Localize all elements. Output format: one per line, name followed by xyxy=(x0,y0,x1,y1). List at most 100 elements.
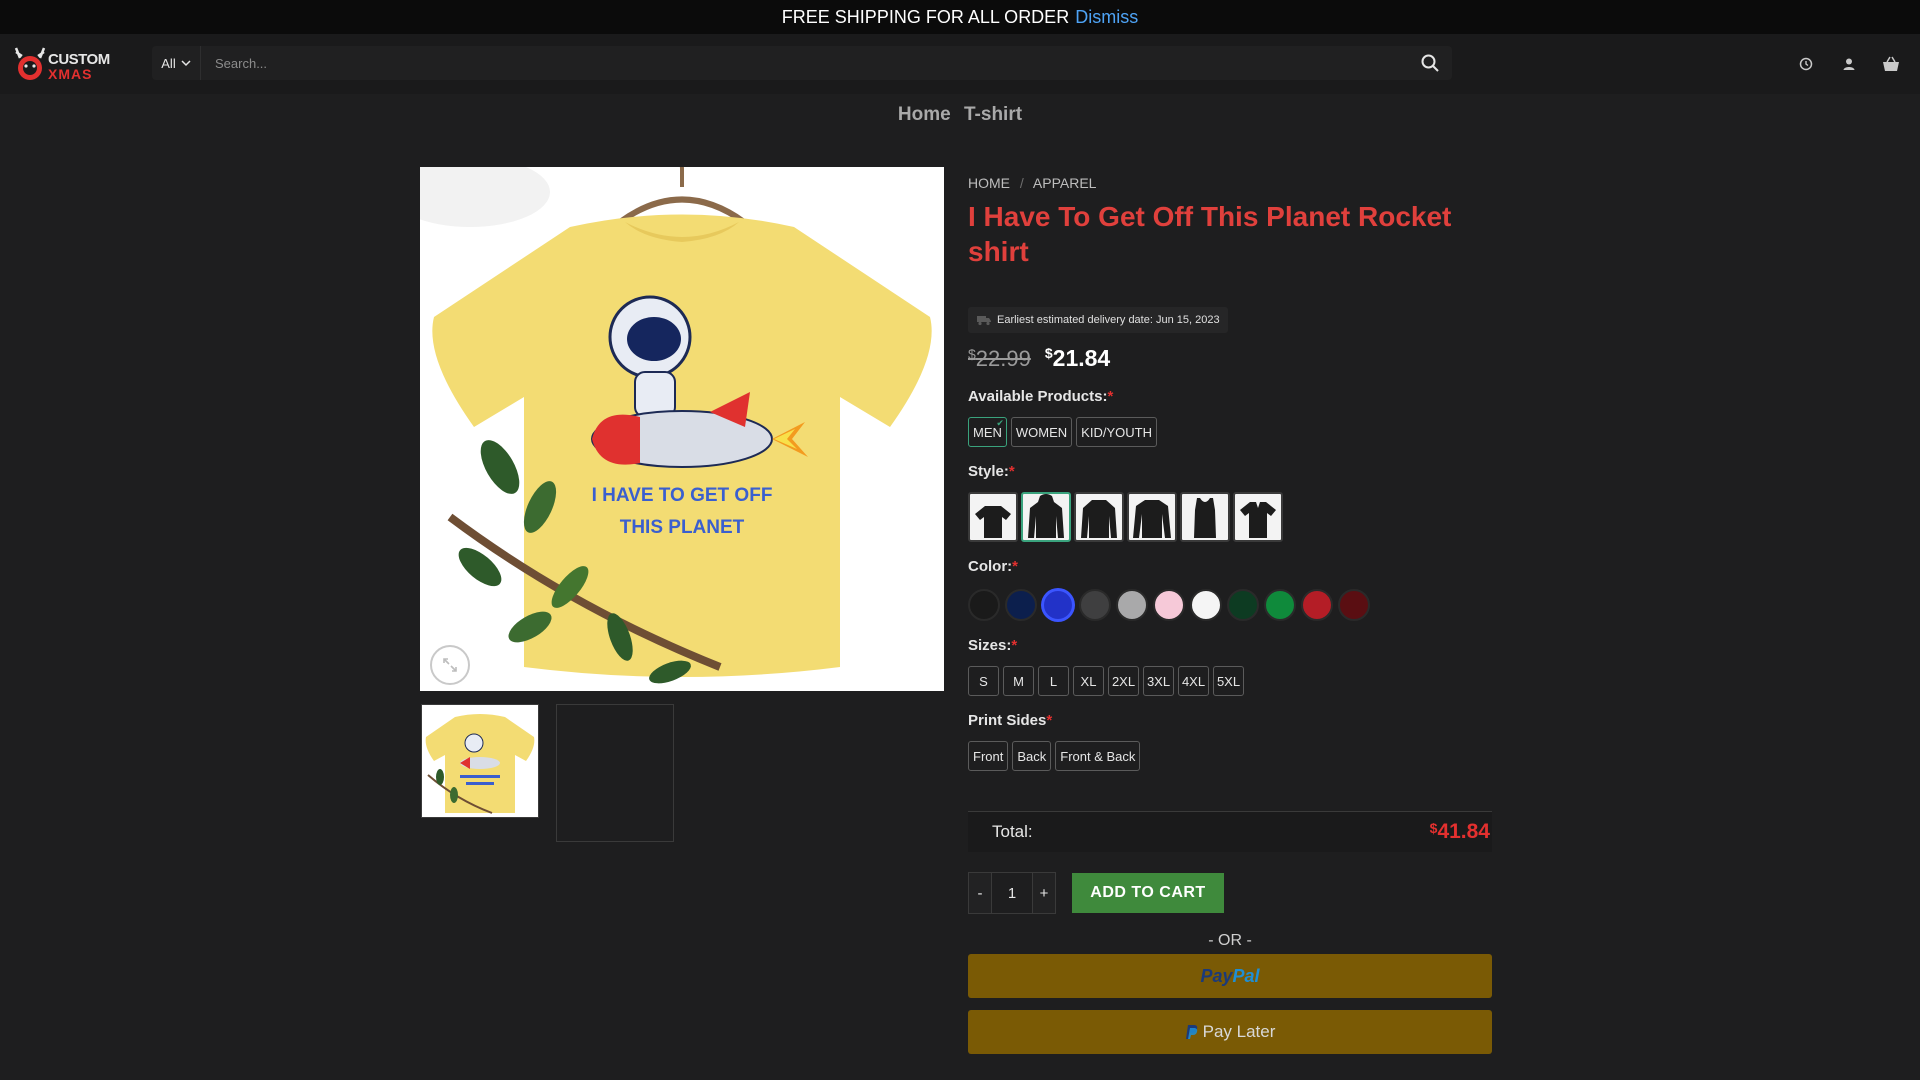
print-side-label: Front xyxy=(973,748,1004,764)
tshirt-product-image xyxy=(420,167,932,684)
check-icon: ✔ xyxy=(996,418,1004,428)
add-to-cart-button[interactable]: ADD TO CART xyxy=(1072,873,1224,913)
shirt-print-text-line1: I HAVE TO GET OFF xyxy=(591,485,773,506)
search-button[interactable] xyxy=(1408,46,1452,80)
price-block: $22.99 $21.84 xyxy=(968,345,1492,372)
tank-top-icon xyxy=(1194,498,1216,538)
sizes-label-text: Sizes: xyxy=(968,637,1012,654)
sweatshirt-icon xyxy=(1081,500,1117,538)
quantity-increase-button[interactable]: + xyxy=(1033,873,1055,913)
account-button[interactable] xyxy=(1839,54,1859,74)
size-option-s[interactable]: S xyxy=(968,666,999,696)
announcement-text: FREE SHIPPING FOR ALL ORDER xyxy=(781,6,1070,27)
style-options xyxy=(968,492,1492,542)
pay-later-label: Pay Later xyxy=(1202,1022,1276,1041)
print-side-label: Front & Back xyxy=(1060,748,1136,764)
product-thumbnail-1[interactable] xyxy=(421,704,539,818)
color-swatch[interactable] xyxy=(1190,589,1222,621)
size-options: S M L XL 2XL 3XL 4XL 5XL xyxy=(968,666,1492,696)
category-value: All xyxy=(161,55,176,71)
chevron-down-icon xyxy=(181,60,191,67)
search-bar: All xyxy=(152,46,1452,80)
style-tank-top[interactable] xyxy=(1180,492,1230,542)
size-label: S xyxy=(979,673,988,689)
available-products-options: MEN ✔ WOMEN KID/YOUTH xyxy=(968,417,1492,447)
hoodie-icon xyxy=(1028,494,1064,538)
clock-icon xyxy=(1799,57,1813,71)
style-label-text: Style: xyxy=(968,463,1009,480)
paypal-button[interactable]: PayPal xyxy=(968,954,1492,998)
size-option-2xl[interactable]: 2XL xyxy=(1108,666,1139,696)
paypal-logo: PayPal xyxy=(1200,966,1259,987)
style-label: Style:* xyxy=(968,463,1492,480)
color-swatch[interactable] xyxy=(1153,589,1185,621)
quantity-decrease-button[interactable]: - xyxy=(969,873,991,913)
recently-viewed-button[interactable] xyxy=(1796,54,1816,74)
size-option-l[interactable]: L xyxy=(1038,666,1069,696)
expand-icon xyxy=(443,658,457,672)
size-option-5xl[interactable]: 5XL xyxy=(1213,666,1244,696)
style-long-sleeve[interactable] xyxy=(1127,492,1177,542)
color-swatch[interactable] xyxy=(1079,589,1111,621)
breadcrumb-apparel[interactable]: APPAREL xyxy=(1033,175,1097,191)
print-sides-options: Front Back Front & Back xyxy=(968,741,1492,771)
zoom-button[interactable] xyxy=(430,645,470,685)
color-swatch[interactable] xyxy=(1042,589,1074,621)
product-option-men[interactable]: MEN ✔ xyxy=(968,417,1007,447)
cart-button[interactable] xyxy=(1881,54,1901,74)
size-option-m[interactable]: M xyxy=(1003,666,1034,696)
color-swatch[interactable] xyxy=(1005,589,1037,621)
tshirt-icon xyxy=(975,506,1011,538)
search-input[interactable] xyxy=(201,46,1408,80)
color-swatch[interactable] xyxy=(968,589,1000,621)
color-label: Color:* xyxy=(968,558,1492,575)
main-nav: Home T-shirt xyxy=(0,104,1920,126)
product-option-label: KID/YOUTH xyxy=(1081,424,1152,440)
breadcrumb: HOME / APPAREL xyxy=(968,175,1492,191)
reindeer-logo-icon xyxy=(14,47,46,80)
product-main-image[interactable]: I HAVE TO GET OFF THIS PLANET xyxy=(420,167,944,691)
size-label: M xyxy=(1013,673,1024,689)
category-select[interactable]: All xyxy=(152,46,201,80)
nav-tshirt[interactable]: T-shirt xyxy=(964,104,1022,125)
required-marker: * xyxy=(1011,637,1018,654)
required-marker: * xyxy=(1012,558,1019,575)
style-sweatshirt[interactable] xyxy=(1074,492,1124,542)
style-hoodie[interactable] xyxy=(1021,492,1071,542)
logo-text-xmas: XMAS xyxy=(48,66,93,82)
color-swatch[interactable] xyxy=(1301,589,1333,621)
size-label: 4XL xyxy=(1181,673,1206,689)
quantity-input[interactable] xyxy=(991,873,1033,913)
site-header: CUSTOM XMAS All xyxy=(0,34,1920,94)
color-swatch[interactable] xyxy=(1116,589,1148,621)
total-amount: 41.84 xyxy=(1437,820,1490,843)
color-swatch[interactable] xyxy=(1264,589,1296,621)
product-option-kid-youth[interactable]: KID/YOUTH xyxy=(1076,417,1157,447)
required-marker: * xyxy=(1008,463,1015,480)
print-side-back[interactable]: Back xyxy=(1012,741,1052,771)
print-side-label: Back xyxy=(1017,748,1047,764)
nav-home[interactable]: Home xyxy=(898,104,951,125)
style-tshirt[interactable] xyxy=(968,492,1018,542)
sale-price-value: 21.84 xyxy=(1052,345,1111,371)
print-side-front[interactable]: Front xyxy=(968,741,1009,771)
paypal-pay-later-button[interactable]: Pay Later xyxy=(968,1010,1492,1054)
breadcrumb-home[interactable]: HOME xyxy=(968,175,1010,191)
sale-price: $21.84 xyxy=(1045,345,1110,372)
print-side-front-back[interactable]: Front & Back xyxy=(1055,741,1141,771)
product-thumbnail-2[interactable] xyxy=(556,704,674,842)
size-option-4xl[interactable]: 4XL xyxy=(1178,666,1209,696)
color-swatch[interactable] xyxy=(1338,589,1370,621)
product-option-women[interactable]: WOMEN xyxy=(1010,417,1073,447)
announcement-bar: FREE SHIPPING FOR ALL ORDER Dismiss xyxy=(0,0,1920,34)
color-swatch[interactable] xyxy=(1227,589,1259,621)
user-icon xyxy=(1843,58,1855,70)
available-products-label: Available Products:* xyxy=(968,388,1492,405)
dismiss-link[interactable]: Dismiss xyxy=(1075,7,1138,28)
size-option-3xl[interactable]: 3XL xyxy=(1143,666,1174,696)
site-logo[interactable]: CUSTOM XMAS xyxy=(10,42,110,86)
paypal-logo-pal: Pal xyxy=(1232,965,1260,986)
size-option-xl[interactable]: XL xyxy=(1073,666,1104,696)
total-value: $41.84 xyxy=(1430,820,1490,844)
style-v-neck[interactable] xyxy=(1233,492,1283,542)
